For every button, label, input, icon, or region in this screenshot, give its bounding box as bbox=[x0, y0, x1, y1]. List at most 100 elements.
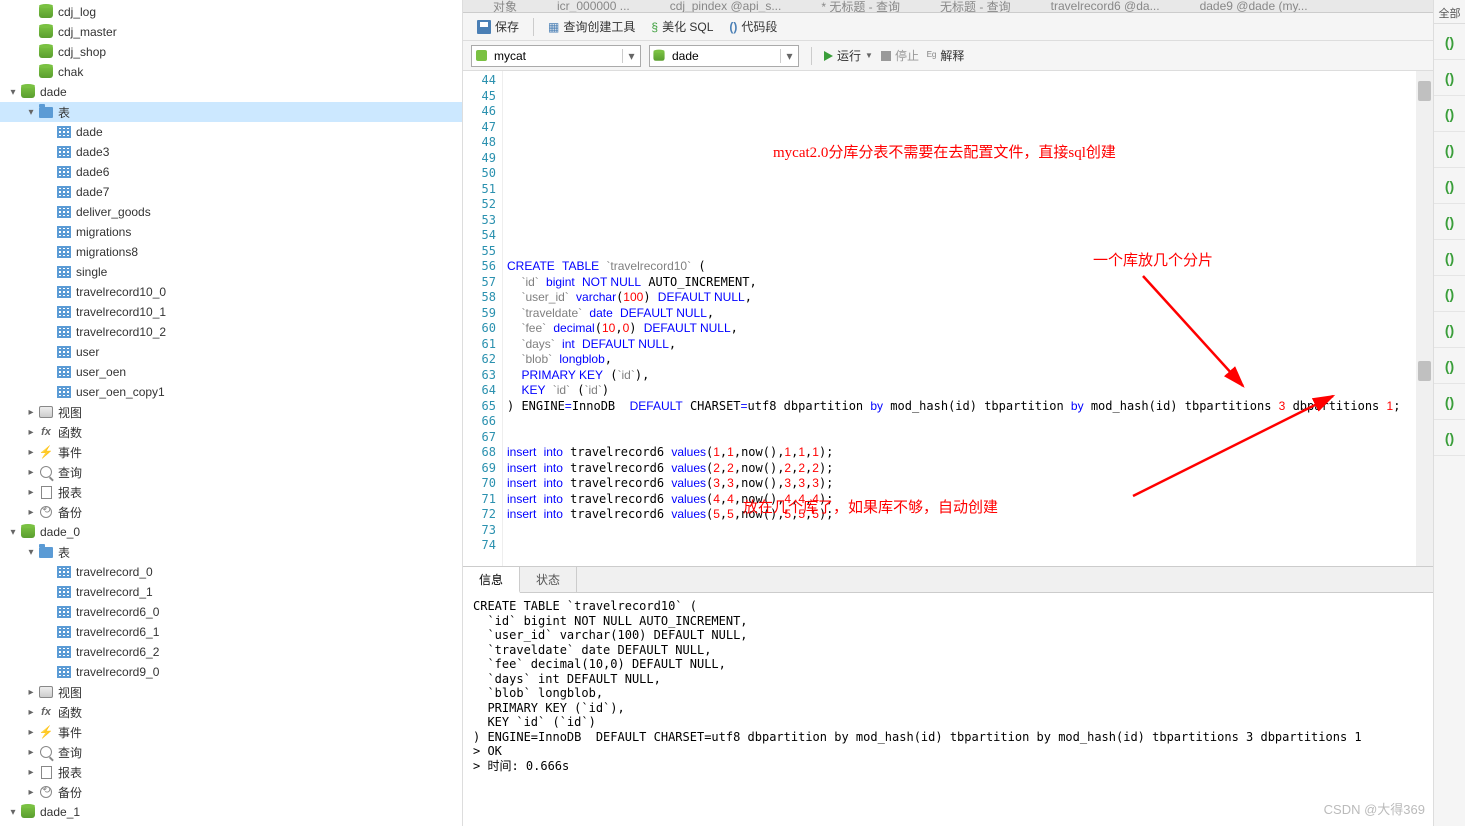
beautify-sql-button[interactable]: §美化 SQL bbox=[645, 16, 719, 37]
tree-item-表[interactable]: ▾表 bbox=[0, 102, 462, 122]
snippet-item[interactable]: () bbox=[1434, 384, 1465, 420]
expand-toggle[interactable]: ▸ bbox=[24, 407, 38, 418]
snippet-item[interactable]: () bbox=[1434, 204, 1465, 240]
expand-toggle[interactable]: ▸ bbox=[24, 507, 38, 518]
right-sidebar-header[interactable]: 全部 bbox=[1434, 0, 1465, 24]
database-tree-sidebar[interactable]: cdj_logcdj_mastercdj_shopchak▾dade▾表dade… bbox=[0, 0, 463, 826]
expand-toggle[interactable]: ▾ bbox=[24, 107, 38, 118]
expand-toggle[interactable]: ▸ bbox=[24, 707, 38, 718]
editor-scrollbar[interactable] bbox=[1416, 71, 1433, 566]
snippet-item[interactable]: () bbox=[1434, 132, 1465, 168]
expand-toggle[interactable]: ▸ bbox=[24, 747, 38, 758]
report-icon bbox=[38, 764, 54, 780]
tree-item-视图[interactable]: ▸视图 bbox=[0, 682, 462, 702]
expand-toggle[interactable]: ▸ bbox=[24, 447, 38, 458]
tree-item-dade_1[interactable]: ▾dade_1 bbox=[0, 802, 462, 822]
snippet-item[interactable]: () bbox=[1434, 240, 1465, 276]
save-button[interactable]: 保存 bbox=[471, 16, 525, 37]
tree-item-travelrecord10_2[interactable]: travelrecord10_2 bbox=[0, 322, 462, 342]
tree-item-migrations[interactable]: migrations bbox=[0, 222, 462, 242]
snippet-icon: () bbox=[729, 20, 737, 34]
tree-item-travelrecord6_1[interactable]: travelrecord6_1 bbox=[0, 622, 462, 642]
expand-toggle[interactable]: ▸ bbox=[24, 427, 38, 438]
editor-tabs[interactable]: 对象 icr_000000 ... cdj_pindex @api_s... * 无标… bbox=[463, 0, 1433, 13]
editor-tab[interactable]: travelrecord6 @da... bbox=[1051, 0, 1160, 13]
expand-toggle[interactable]: ▾ bbox=[6, 807, 20, 818]
tree-item-查询[interactable]: ▸查询 bbox=[0, 462, 462, 482]
expand-toggle[interactable]: ▸ bbox=[24, 467, 38, 478]
snippet-item[interactable]: () bbox=[1434, 276, 1465, 312]
tree-item-事件[interactable]: ▸⚡事件 bbox=[0, 722, 462, 742]
run-button[interactable]: 运行▼ bbox=[824, 47, 873, 64]
annotation-3: 放在几个库了，如果库不够，自动创建 bbox=[743, 496, 998, 517]
editor-tab[interactable]: 无标题 - 查询 bbox=[940, 0, 1011, 13]
tree-item-dade6[interactable]: dade6 bbox=[0, 162, 462, 182]
tree-item-函数[interactable]: ▸fx函数 bbox=[0, 702, 462, 722]
editor-tab[interactable]: cdj_pindex @api_s... bbox=[670, 0, 782, 13]
results-output[interactable]: CREATE TABLE `travelrecord10` ( `id` big… bbox=[463, 593, 1433, 826]
query-builder-button[interactable]: ▦查询创建工具 bbox=[542, 16, 641, 37]
tree-item-cdj_master[interactable]: cdj_master bbox=[0, 22, 462, 42]
tree-item-deliver_goods[interactable]: deliver_goods bbox=[0, 202, 462, 222]
tree-item-single[interactable]: single bbox=[0, 262, 462, 282]
tab-status[interactable]: 状态 bbox=[520, 567, 577, 592]
snippet-item[interactable]: () bbox=[1434, 60, 1465, 96]
tree-label: 备份 bbox=[58, 784, 82, 801]
tree-item-备份[interactable]: ▸备份 bbox=[0, 502, 462, 522]
snippet-item[interactable]: () bbox=[1434, 312, 1465, 348]
tree-item-视图[interactable]: ▸视图 bbox=[0, 402, 462, 422]
snippet-item[interactable]: () bbox=[1434, 24, 1465, 60]
snippet-item[interactable]: () bbox=[1434, 168, 1465, 204]
expand-toggle[interactable]: ▾ bbox=[6, 87, 20, 98]
expand-toggle[interactable]: ▾ bbox=[24, 547, 38, 558]
editor-tab[interactable]: 对象 bbox=[493, 0, 517, 13]
tree-item-备份[interactable]: ▸ 备份 bbox=[0, 782, 462, 802]
expand-toggle[interactable]: ▸ bbox=[24, 727, 38, 738]
tree-item-travelrecord10_1[interactable]: travelrecord10_1 bbox=[0, 302, 462, 322]
database-selector[interactable]: dade ▾ bbox=[649, 45, 799, 67]
tree-item-user[interactable]: user bbox=[0, 342, 462, 362]
snippet-item[interactable]: () bbox=[1434, 420, 1465, 456]
editor-tab[interactable]: * 无标题 - 查询 bbox=[821, 0, 900, 13]
tree-item-报表[interactable]: ▸报表 bbox=[0, 762, 462, 782]
tree-item-migrations8[interactable]: migrations8 bbox=[0, 242, 462, 262]
sql-editor[interactable]: 44 45 46 47 48 49 50 51 52 53 54 55 56 5… bbox=[463, 71, 1433, 566]
tree-item-表[interactable]: ▾表 bbox=[0, 542, 462, 562]
tree-item-函数[interactable]: ▸fx函数 bbox=[0, 422, 462, 442]
tree-item-travelrecord_1[interactable]: travelrecord_1 bbox=[0, 582, 462, 602]
tree-item-报表[interactable]: ▸报表 bbox=[0, 482, 462, 502]
tree-item-dade_0[interactable]: ▾dade_0 bbox=[0, 522, 462, 542]
connection-selector[interactable]: mycat ▾ bbox=[471, 45, 641, 67]
tree-item-travelrecord10_0[interactable]: travelrecord10_0 bbox=[0, 282, 462, 302]
snippet-item[interactable]: () bbox=[1434, 96, 1465, 132]
tree-item-travelrecord6_0[interactable]: travelrecord6_0 bbox=[0, 602, 462, 622]
editor-tab[interactable]: dade9 @dade (my... bbox=[1200, 0, 1308, 13]
tree-item-travelrecord_0[interactable]: travelrecord_0 bbox=[0, 562, 462, 582]
expand-toggle[interactable]: ▸ bbox=[24, 787, 38, 798]
tree-item-cdj_log[interactable]: cdj_log bbox=[0, 2, 462, 22]
tree-item-cdj_shop[interactable]: cdj_shop bbox=[0, 42, 462, 62]
tree-label: user_oen bbox=[76, 365, 126, 379]
explain-button[interactable]: ᴱᵍ解释 bbox=[927, 47, 964, 64]
tree-item-user_oen[interactable]: user_oen bbox=[0, 362, 462, 382]
tree-item-dade[interactable]: ▾dade bbox=[0, 82, 462, 102]
tab-info[interactable]: 信息 bbox=[463, 567, 520, 593]
snippet-item[interactable]: () bbox=[1434, 348, 1465, 384]
expand-toggle[interactable]: ▸ bbox=[24, 767, 38, 778]
expand-toggle[interactable]: ▾ bbox=[6, 527, 20, 538]
tree-item-dade3[interactable]: dade3 bbox=[0, 142, 462, 162]
tree-item-travelrecord6_2[interactable]: travelrecord6_2 bbox=[0, 642, 462, 662]
tree-item-dade7[interactable]: dade7 bbox=[0, 182, 462, 202]
tree-item-travelrecord9_0[interactable]: travelrecord9_0 bbox=[0, 662, 462, 682]
code-snippet-button[interactable]: ()代码段 bbox=[723, 16, 783, 37]
expand-toggle[interactable]: ▸ bbox=[24, 687, 38, 698]
stop-button[interactable]: 停止 bbox=[881, 47, 919, 64]
query-icon bbox=[38, 464, 54, 480]
tree-item-chak[interactable]: chak bbox=[0, 62, 462, 82]
editor-tab[interactable]: icr_000000 ... bbox=[557, 0, 630, 13]
tree-item-dade[interactable]: dade bbox=[0, 122, 462, 142]
tree-item-事件[interactable]: ▸⚡事件 bbox=[0, 442, 462, 462]
expand-toggle[interactable]: ▸ bbox=[24, 487, 38, 498]
tree-item-查询[interactable]: ▸查询 bbox=[0, 742, 462, 762]
tree-item-user_oen_copy1[interactable]: user_oen_copy1 bbox=[0, 382, 462, 402]
